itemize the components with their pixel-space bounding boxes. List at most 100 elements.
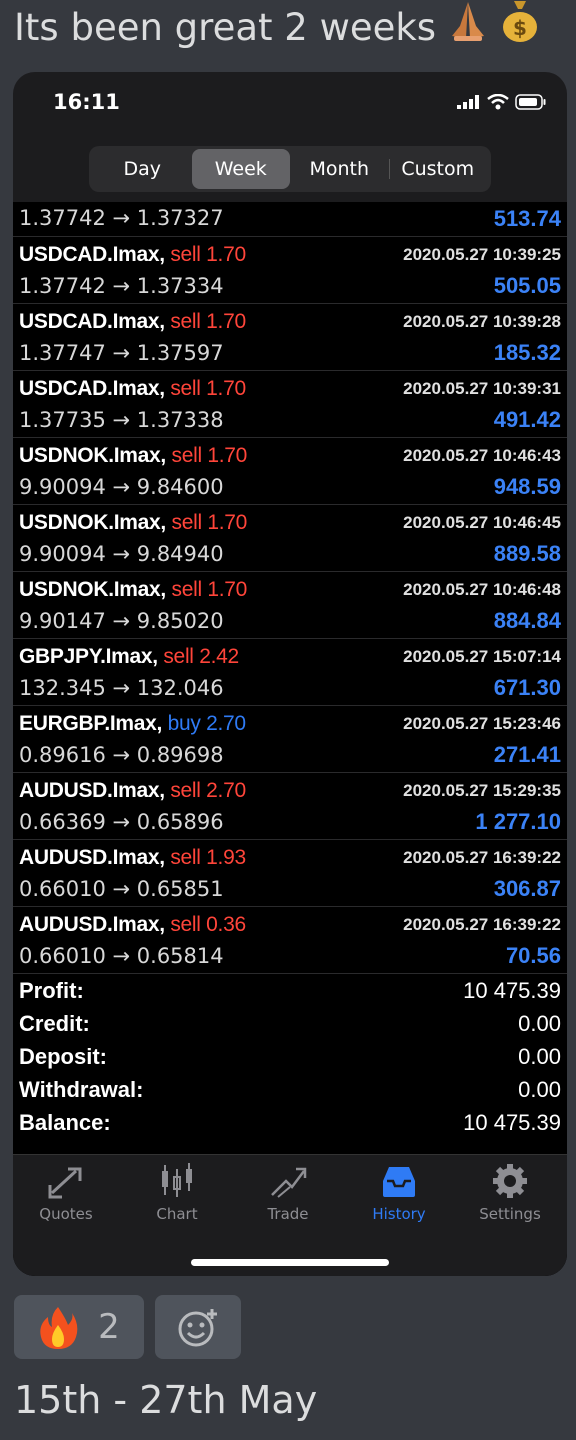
trade-side: sell 2.42: [163, 645, 239, 668]
tab-custom[interactable]: Custom: [388, 149, 488, 189]
trade-profit: 306.87: [493, 876, 561, 901]
list-item[interactable]: USDNOK.Imax, sell 1.70 2020.05.27 10:46:…: [13, 572, 567, 639]
add-reaction-button[interactable]: [155, 1295, 241, 1359]
tab-trade[interactable]: Trade: [238, 1163, 338, 1223]
list-item[interactable]: GBPJPY.Imax, sell 2.42 2020.05.27 15:07:…: [13, 639, 567, 706]
trade-side: sell 1.70: [170, 310, 246, 333]
trade-symbol: AUDUSD.Imax,: [19, 779, 165, 802]
tab-week[interactable]: Week: [191, 149, 290, 189]
trade-prices: 9.90147 → 9.85020: [19, 609, 224, 633]
trade-profit: 1 277.10: [475, 809, 561, 834]
fire-icon: [40, 1307, 78, 1349]
trade-side: sell 1.70: [171, 511, 248, 534]
trade-date: 2020.05.27 10:46:43: [403, 446, 561, 465]
trade-symbol: USDCAD.Imax,: [19, 310, 165, 333]
trade-symbol: USDNOK.Imax,: [19, 511, 166, 534]
trade-profit: 70.56: [505, 943, 561, 968]
trade-icon: [271, 1167, 307, 1198]
summary-profit: Profit: 10 475.39: [19, 978, 561, 1003]
list-item[interactable]: AUDUSD.Imax, sell 0.36 2020.05.27 16:39:…: [13, 907, 567, 974]
message-footer: 15th - 27th May: [14, 1378, 318, 1422]
tab-quotes[interactable]: Quotes: [16, 1163, 116, 1223]
tab-day[interactable]: Day: [93, 149, 192, 189]
list-item[interactable]: AUDUSD.Imax, sell 1.93 2020.05.27 16:39:…: [13, 840, 567, 907]
account-summary: Profit: 10 475.39 Credit: 0.00 Deposit: …: [13, 974, 567, 1139]
trade-profit: 889.58: [493, 541, 561, 566]
trade-prices: 1.37742 → 1.37327: [19, 206, 224, 230]
trade-side: sell 0.36: [170, 913, 246, 936]
trade-side: sell 2.70: [170, 779, 246, 802]
quotes-icon: [48, 1167, 82, 1199]
trade-prices: 1.37747 → 1.37597: [19, 341, 224, 365]
trade-date: 2020.05.27 10:39:31: [403, 379, 561, 398]
tab-history[interactable]: History: [349, 1163, 449, 1223]
trade-profit: 505.05: [493, 273, 561, 298]
list-item[interactable]: USDNOK.Imax, sell 1.70 2020.05.27 10:46:…: [13, 505, 567, 572]
list-item[interactable]: USDCAD.Imax, sell 1.70 2020.05.27 10:39:…: [13, 237, 567, 304]
trade-date: 2020.05.27 10:39:25: [403, 245, 561, 264]
tab-month[interactable]: Month: [290, 149, 389, 189]
praying-hands-icon: [446, 0, 490, 58]
status-time: 16:11: [53, 90, 120, 114]
trade-prices: 1.37742 → 1.37334: [19, 274, 224, 298]
trade-profit: 671.30: [493, 675, 561, 700]
battery-icon: [515, 94, 546, 110]
home-indicator: [191, 1259, 389, 1266]
trade-profit: 185.32: [493, 340, 561, 365]
period-segmented-control: Day Week Month Custom: [89, 146, 491, 192]
tab-chart[interactable]: Chart: [127, 1163, 227, 1223]
trade-symbol: AUDUSD.Imax,: [19, 913, 165, 936]
trade-date: 2020.05.27 15:07:14: [403, 647, 561, 666]
trade-date: 2020.05.27 15:29:35: [403, 781, 561, 800]
trade-profit: 948.59: [493, 474, 561, 499]
history-icon: [383, 1167, 415, 1197]
list-item[interactable]: USDCAD.Imax, sell 1.70 2020.05.27 10:39:…: [13, 304, 567, 371]
svg-text:$: $: [513, 16, 527, 40]
trade-prices: 132.345 → 132.046: [19, 676, 224, 700]
trade-date: 2020.05.27 15:23:46: [403, 714, 561, 733]
list-item-partial[interactable]: 1.37742 → 1.37327 513.74: [13, 202, 567, 237]
list-item[interactable]: USDCAD.Imax, sell 1.70 2020.05.27 10:39:…: [13, 371, 567, 438]
summary-deposit: Deposit: 0.00: [19, 1044, 561, 1069]
chart-icon: [162, 1163, 192, 1197]
trade-symbol: EURGBP.Imax,: [19, 712, 163, 735]
fire-reaction-button[interactable]: 2: [14, 1295, 144, 1359]
trade-date: 2020.05.27 16:39:22: [403, 848, 561, 867]
list-item[interactable]: USDNOK.Imax, sell 1.70 2020.05.27 10:46:…: [13, 438, 567, 505]
trade-symbol: GBPJPY.Imax,: [19, 645, 158, 668]
trade-symbol: AUDUSD.Imax,: [19, 846, 165, 869]
caption-text: Its been great 2 weeks: [14, 6, 437, 49]
trade-profit: 491.42: [493, 407, 561, 432]
trade-side: sell 1.70: [170, 377, 246, 400]
trade-profit: 271.41: [493, 742, 561, 767]
trade-profit: 513.74: [493, 206, 561, 231]
summary-balance: Balance: 10 475.39: [19, 1110, 561, 1135]
trade-prices: 0.66369 → 0.65896: [19, 810, 224, 834]
trade-prices: 9.90094 → 9.84940: [19, 542, 224, 566]
message-caption: Its been great 2 weeks $: [14, 0, 540, 56]
trade-symbol: USDNOK.Imax,: [19, 578, 166, 601]
trade-symbol: USDCAD.Imax,: [19, 243, 165, 266]
bottom-tab-bar: Quotes Chart Trade History Settings: [13, 1154, 567, 1276]
list-item[interactable]: EURGBP.Imax, buy 2.70 2020.05.27 15:23:4…: [13, 706, 567, 773]
trade-date: 2020.05.27 10:46:48: [403, 580, 561, 599]
trade-side: sell 1.70: [170, 243, 246, 266]
add-reaction-icon: [178, 1309, 217, 1347]
summary-credit: Credit: 0.00: [19, 1011, 561, 1036]
tab-settings[interactable]: Settings: [460, 1163, 560, 1223]
history-list: 1.37742 → 1.37327 513.74 USDCAD.Imax, se…: [13, 202, 567, 1276]
trade-side: sell 1.70: [171, 578, 248, 601]
list-item[interactable]: AUDUSD.Imax, sell 2.70 2020.05.27 15:29:…: [13, 773, 567, 840]
trade-prices: 0.66010 → 0.65814: [19, 944, 224, 968]
trade-side: buy 2.70: [167, 712, 246, 735]
trade-symbol: USDCAD.Imax,: [19, 377, 165, 400]
trade-side: sell 1.70: [171, 444, 248, 467]
money-bag-icon: $: [500, 0, 540, 59]
trade-side: sell 1.93: [170, 846, 246, 869]
status-bar: 16:11: [13, 72, 567, 134]
settings-icon: [493, 1164, 527, 1198]
trade-date: 2020.05.27 10:46:45: [403, 513, 561, 532]
trade-date: 2020.05.27 16:39:22: [403, 915, 561, 934]
cellular-signal-icon: [457, 95, 479, 109]
wifi-icon: [487, 94, 509, 110]
